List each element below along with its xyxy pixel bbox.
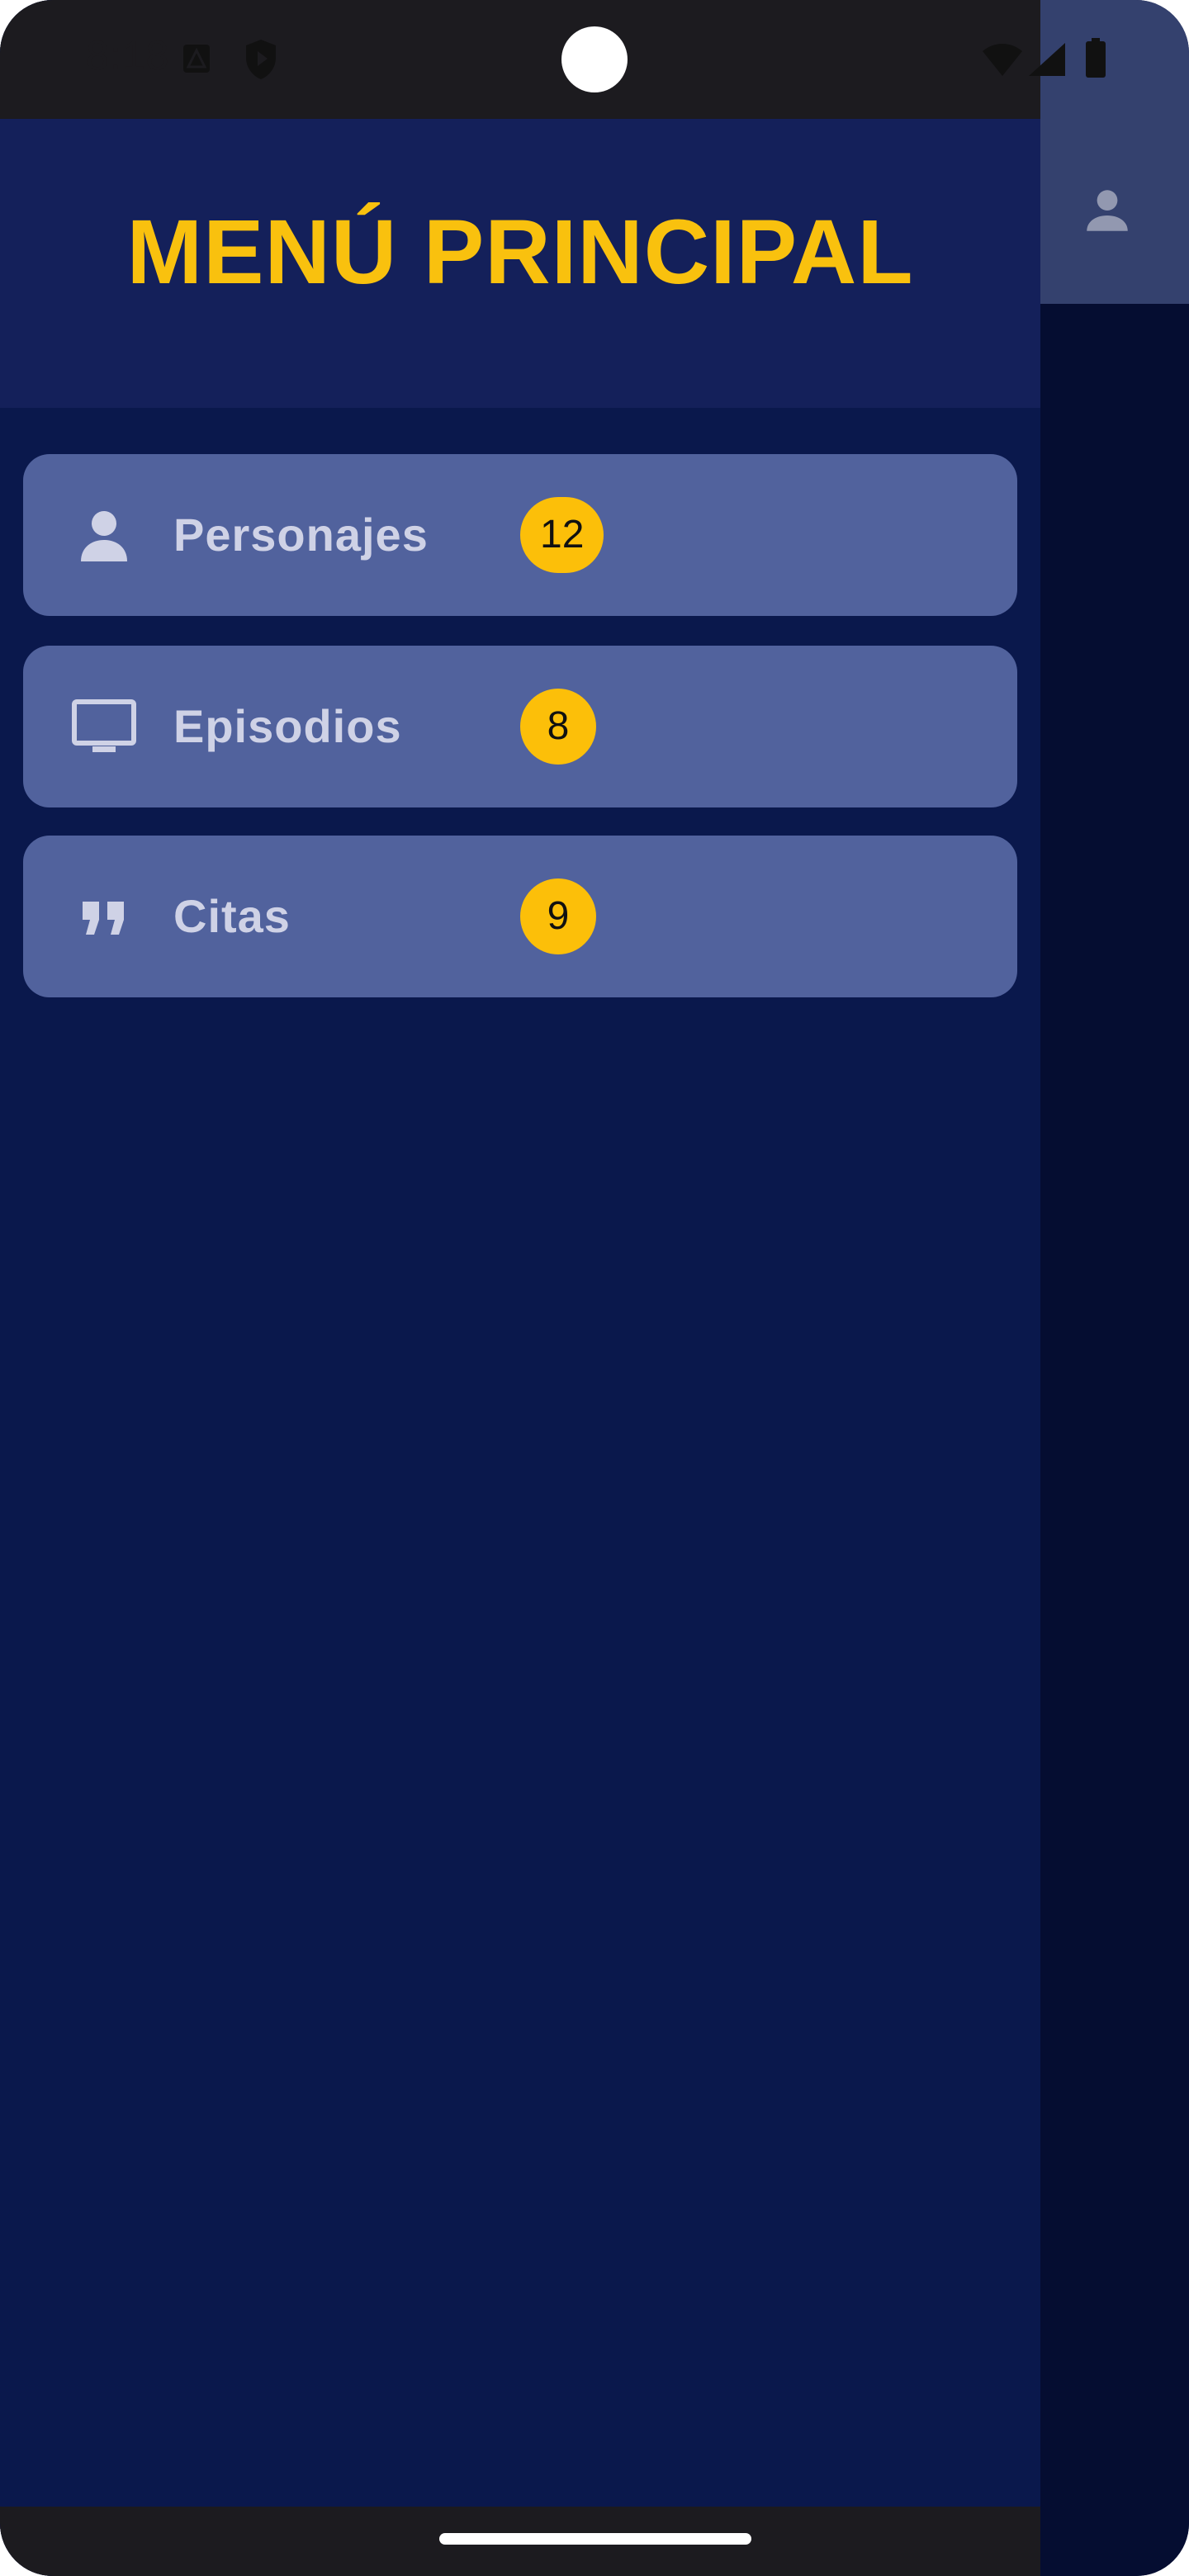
menu-item-citas[interactable]: Citas 9 [23, 836, 1017, 997]
navigation-bar [0, 2507, 1040, 2576]
account-person-icon[interactable] [1080, 183, 1135, 238]
menu-item-label: Episodios [173, 700, 402, 752]
count-badge: 8 [520, 689, 596, 765]
menu-item-episodios[interactable]: Episodios 8 [23, 646, 1017, 807]
drawer-header: MENÚ PRINCIPAL [0, 119, 1040, 408]
gesture-handle[interactable] [439, 2533, 751, 2545]
shield-play-icon [243, 38, 279, 81]
navigation-drawer: 8:18 MENÚ PRINCIPAL Personajes 12 Episod… [0, 0, 1040, 2576]
cellular-signal-icon [1024, 41, 1070, 78]
person-icon [71, 507, 137, 563]
camera-cutout [561, 26, 628, 92]
device-screen: 8:18 MENÚ PRINCIPAL Personajes 12 Episod… [0, 0, 1189, 2576]
battery-icon [1085, 38, 1106, 78]
menu-item-label: Personajes [173, 509, 429, 561]
wifi-icon [981, 41, 1024, 78]
status-time: 8:18 [86, 32, 170, 78]
count-badge: 12 [520, 497, 604, 573]
notification-a-icon [182, 43, 211, 74]
count-badge: 9 [520, 878, 596, 954]
tv-icon [71, 698, 137, 755]
menu-item-personajes[interactable]: Personajes 12 [23, 454, 1017, 616]
quote-icon [71, 888, 137, 945]
drawer-title: MENÚ PRINCIPAL [126, 201, 914, 303]
status-bar: 8:18 [0, 0, 1040, 119]
menu-item-label: Citas [173, 890, 291, 942]
